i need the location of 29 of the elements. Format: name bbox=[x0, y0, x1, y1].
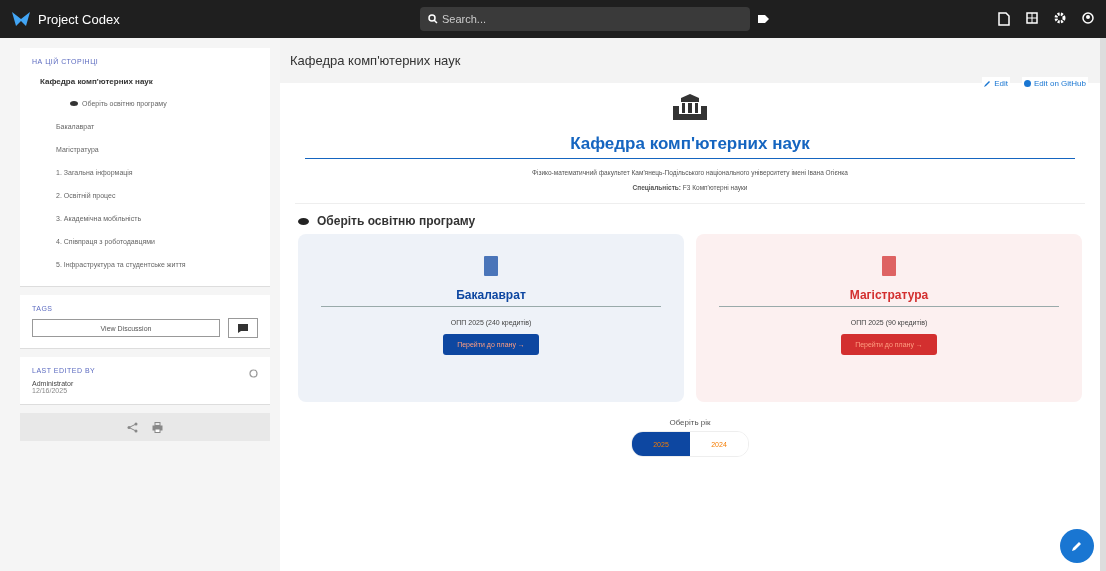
print-icon[interactable] bbox=[152, 421, 163, 433]
page-icon[interactable] bbox=[998, 12, 1010, 26]
share-icon[interactable] bbox=[127, 421, 138, 433]
program-title: Бакалаврат bbox=[321, 288, 661, 307]
logo-icon bbox=[12, 12, 30, 26]
book-icon bbox=[484, 256, 498, 276]
year-label: Оберіть рік bbox=[669, 418, 711, 427]
section-heading: Оберіть освітню програму bbox=[317, 214, 476, 228]
comment-icon bbox=[238, 323, 248, 333]
search-icon bbox=[428, 14, 438, 24]
action-link[interactable]: Edit bbox=[982, 77, 1010, 90]
settings-icon[interactable] bbox=[1054, 12, 1066, 24]
book-icon bbox=[882, 256, 896, 276]
app-title: Project Codex bbox=[38, 11, 121, 27]
page-heading: Кафедра комп'ютерних наук bbox=[305, 134, 1075, 159]
comment-button[interactable] bbox=[228, 318, 258, 338]
pencil-icon bbox=[1071, 540, 1083, 552]
pencil-icon bbox=[984, 80, 992, 87]
tag-icon[interactable] bbox=[758, 14, 770, 24]
building-icon bbox=[673, 94, 707, 120]
edit-fab[interactable] bbox=[1060, 529, 1094, 563]
account-icon[interactable] bbox=[1082, 12, 1094, 24]
search-field[interactable]: Search... bbox=[420, 7, 750, 31]
eye-icon bbox=[298, 217, 309, 225]
action-link[interactable]: Edit on GitHub bbox=[1021, 77, 1088, 90]
toc-item[interactable]: Кафедра комп'ютерних наук bbox=[32, 71, 258, 92]
grid-icon[interactable] bbox=[1026, 12, 1038, 24]
program-title: Магістратура bbox=[719, 288, 1059, 307]
eye-icon bbox=[70, 101, 78, 106]
